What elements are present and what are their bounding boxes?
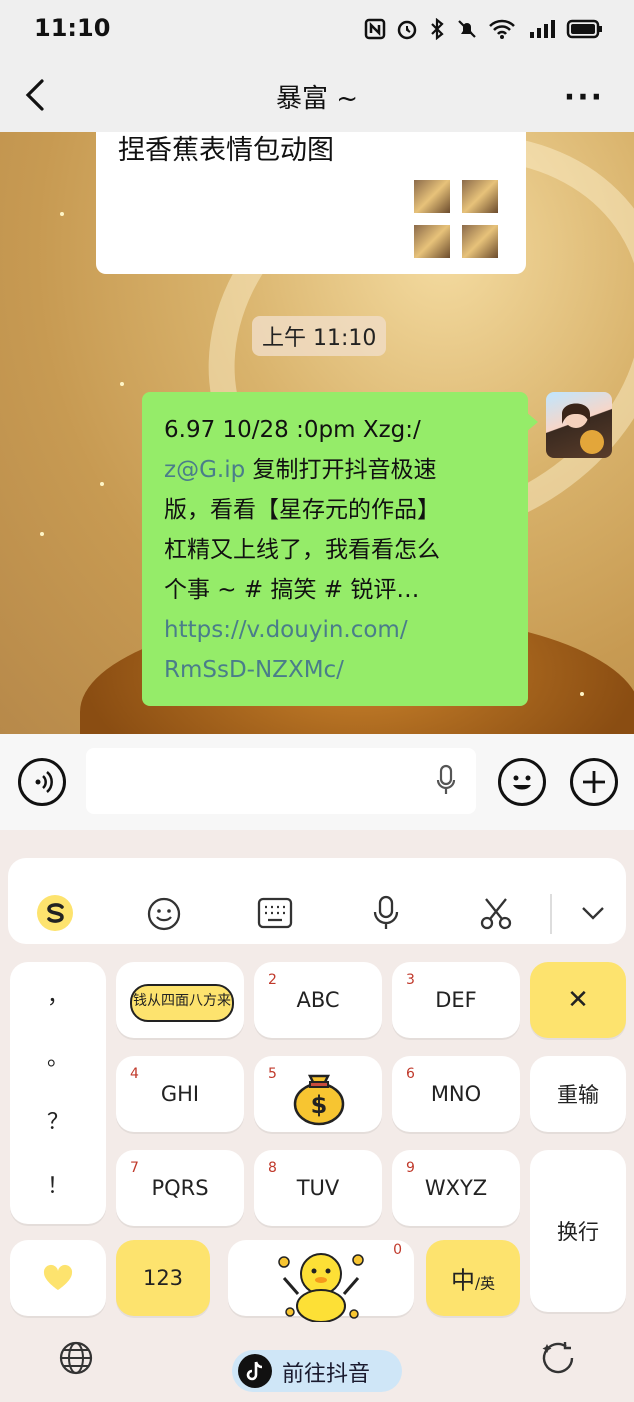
more-actions-button[interactable]: [570, 758, 618, 806]
key-number: 3: [406, 972, 415, 988]
key-5-moneybag[interactable]: 5 $: [254, 1056, 382, 1132]
sticker-text: 钱从四面八方来: [130, 984, 234, 1022]
plus-icon: [583, 771, 605, 793]
key-6-mno[interactable]: 6 MNO: [392, 1056, 520, 1132]
voice-input-icon[interactable]: [372, 894, 400, 934]
duck-sticker-icon: [278, 1253, 364, 1322]
key-number: 5: [268, 1066, 277, 1082]
message-line: 个事 ~ # 搞笑 # 锐评…: [164, 577, 420, 603]
sogou-logo-icon[interactable]: [36, 894, 74, 932]
nfc-icon: [364, 18, 386, 40]
key-label: GHI: [160, 1082, 200, 1106]
money-bag-icon: $: [293, 1074, 345, 1126]
message-line: 杠精又上线了，我看看怎么: [164, 537, 440, 563]
message-input[interactable]: [86, 748, 476, 814]
lang-sub-label: /英: [474, 1274, 496, 1293]
lang-main-label: 中: [450, 1266, 475, 1295]
avatar-portrait-icon: [562, 403, 604, 454]
voice-toggle-button[interactable]: [18, 758, 66, 806]
key-number: 0: [393, 1242, 402, 1258]
key-number: 4: [130, 1066, 139, 1082]
key-number: 9: [406, 1160, 415, 1176]
punctuation-column[interactable]: ， 。 ？ ！: [10, 962, 106, 1224]
key-9-wxyz[interactable]: 9 WXYZ: [392, 1150, 520, 1226]
chat-title: 暴富 ~: [275, 84, 359, 114]
punct-question[interactable]: ？: [10, 1104, 106, 1136]
key-number: 8: [268, 1160, 277, 1176]
thumbnail-image: [412, 223, 452, 260]
key-label: 重输: [557, 1083, 599, 1107]
bluetooth-icon: [431, 18, 444, 40]
refresh-sparkle-icon[interactable]: [538, 1338, 578, 1378]
message-url-link[interactable]: RmSsD-NZXMc/: [164, 650, 514, 690]
douyin-logo-icon: [238, 1354, 272, 1388]
number-mode-button[interactable]: 123: [116, 1240, 210, 1316]
key-label: ABC: [296, 988, 340, 1012]
key-2-abc[interactable]: 2 ABC: [254, 962, 382, 1038]
thumbnail-image: [460, 178, 500, 215]
key-number: 7: [130, 1160, 139, 1176]
keyboard-icon[interactable]: [256, 896, 294, 930]
toolbar-divider: [550, 894, 552, 934]
delete-icon: ✕: [567, 985, 589, 1015]
punct-comma[interactable]: ，: [10, 978, 106, 1010]
douyin-label: 前往抖音: [282, 1362, 371, 1387]
card-thumbnails: [412, 178, 500, 260]
newline-button[interactable]: 换行: [530, 1150, 626, 1312]
mute-bell-icon: [458, 20, 476, 38]
key-3-def[interactable]: 3 DEF: [392, 962, 520, 1038]
globe-icon[interactable]: [58, 1340, 94, 1376]
thumbnail-image: [412, 178, 452, 215]
card-title: 捏香蕉表情包动图: [118, 135, 334, 166]
key-label: 123: [142, 1266, 184, 1290]
favorites-button[interactable]: [10, 1240, 106, 1316]
message-line: 6.97 10/28 :0pm Xzg:/: [164, 417, 421, 443]
message-line: 复制打开抖音极速: [245, 457, 437, 483]
key-label: MNO: [430, 1082, 482, 1106]
punct-period[interactable]: 。: [10, 1040, 106, 1072]
emoji-icon: [513, 775, 531, 790]
chevron-down-icon[interactable]: [580, 904, 606, 922]
key-4-ghi[interactable]: 4 GHI: [116, 1056, 244, 1132]
emoji-panel-icon[interactable]: [146, 896, 182, 932]
message-url-link[interactable]: https://v.douyin.com/: [164, 610, 514, 650]
key-label: 中/英: [426, 1261, 520, 1296]
key-sticker-money[interactable]: 钱从四面八方来: [116, 962, 244, 1038]
key-number: 6: [406, 1066, 415, 1082]
microphone-icon[interactable]: [436, 764, 456, 798]
heart-icon: [43, 1264, 73, 1290]
scissors-icon[interactable]: [478, 896, 514, 932]
signal-icon: [530, 20, 555, 38]
key-label: WXYZ: [424, 1176, 488, 1200]
battery-icon: [566, 19, 602, 39]
more-options-icon[interactable]: ···: [564, 80, 604, 115]
delete-button[interactable]: ✕: [530, 962, 626, 1038]
key-8-tuv[interactable]: 8 TUV: [254, 1150, 382, 1226]
message-line: 版，看看【星存元的作品】: [164, 497, 440, 523]
wifi-icon: [489, 19, 515, 39]
message-timestamp: 上午 11:10: [252, 316, 387, 356]
key-0-space[interactable]: 0: [228, 1240, 414, 1322]
svg-text:$: $: [311, 1091, 328, 1119]
open-douyin-button[interactable]: 前往抖音: [232, 1350, 402, 1392]
reinput-button[interactable]: 重输: [530, 1056, 626, 1132]
key-label: TUV: [296, 1176, 340, 1200]
language-toggle-button[interactable]: 中/英: [426, 1240, 520, 1316]
emoji-button[interactable]: [498, 758, 546, 806]
punct-exclamation[interactable]: ！: [10, 1168, 106, 1200]
alarm-icon: [397, 20, 417, 40]
message-code-link[interactable]: z@G.ip: [164, 457, 245, 483]
key-7-pqrs[interactable]: 7 PQRS: [116, 1150, 244, 1226]
status-time: 11:10: [34, 14, 111, 42]
key-label: DEF: [435, 988, 477, 1012]
key-label: PQRS: [151, 1176, 209, 1200]
key-label: 换行: [557, 1220, 599, 1244]
voice-wave-icon: [35, 771, 53, 793]
status-icons: [364, 18, 604, 40]
avatar[interactable]: [546, 392, 612, 458]
message-bubble[interactable]: 6.97 10/28 :0pm Xzg:/ z@G.ip 复制打开抖音极速 版，…: [142, 392, 538, 706]
key-number: 2: [268, 972, 277, 988]
keyboard-toolbar: [8, 858, 626, 944]
thumbnail-image: [460, 223, 500, 260]
